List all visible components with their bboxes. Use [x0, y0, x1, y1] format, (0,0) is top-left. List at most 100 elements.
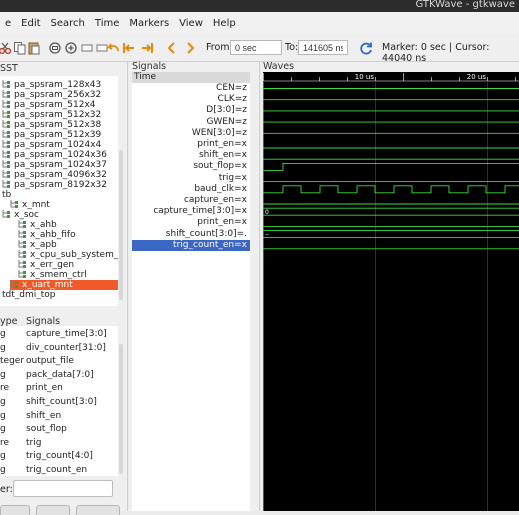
replace-button[interactable] [76, 505, 120, 515]
filter-input[interactable] [13, 480, 113, 497]
tree-item[interactable]: pa_spsram_512x38 [2, 120, 101, 130]
next-edge-icon[interactable] [183, 41, 197, 55]
tree-item[interactable]: pa_spsram_512x32 [2, 110, 101, 120]
hierarchy-tree: pa_spsram_128x43 pa_spsram_256x32 pa_spsra… [0, 76, 118, 306]
signal-type-row[interactable]: re trig [0, 437, 118, 449]
types-scrollbar[interactable] [119, 344, 123, 474]
tree-item[interactable]: x_cpu_sub_system_a [18, 250, 118, 260]
cut-icon[interactable] [0, 41, 12, 55]
wave-canvas[interactable]: 10 us 20 us 0 -- [263, 72, 519, 511]
tree-item[interactable]: pa_spsram_1024x4 [2, 140, 101, 150]
tree-item[interactable]: x_uart_mnt [10, 280, 118, 290]
signal-type-row[interactable]: g capture_time[3:0] [0, 328, 118, 340]
tree-item[interactable]: x_mnt [10, 200, 50, 210]
tree-item-label: pa_spsram_8192x32 [14, 180, 107, 190]
tree-item[interactable]: pa_spsram_256x32 [2, 90, 101, 100]
tree-item[interactable]: pa_spsram_128x43 [2, 80, 101, 90]
zoom-fit-icon[interactable] [48, 41, 62, 55]
signal-row[interactable]: sout_flop=x [132, 161, 250, 172]
tree-item[interactable]: x_smem_ctrl [18, 270, 87, 280]
tree-item[interactable]: x_err_gen [18, 260, 74, 270]
waveform-svg[interactable]: 10 us 20 us 0 -- [263, 72, 519, 511]
menu-item[interactable]: Time [90, 18, 124, 29]
waves-header: Waves [263, 61, 295, 72]
tree-item[interactable]: pa_spsram_1024x37 [2, 160, 107, 170]
menu-item[interactable]: Markers [124, 18, 174, 29]
reload-icon[interactable] [359, 41, 373, 55]
zoom-out-icon[interactable] [80, 41, 94, 55]
module-icon [2, 140, 12, 148]
signal-row[interactable]: shift_en=x [132, 150, 250, 161]
paste-icon[interactable] [27, 41, 41, 55]
tree-item[interactable]: pa_spsram_512x4 [2, 100, 96, 110]
tree-item[interactable]: x_apb [18, 240, 57, 250]
signal-type-row[interactable]: g shift_en [0, 410, 118, 422]
append-button[interactable] [0, 505, 30, 515]
menu-item[interactable]: Edit [16, 18, 45, 29]
signal-type-row[interactable]: g sout_flop [0, 423, 118, 435]
time-row: Time [132, 72, 250, 83]
signal-type: re [0, 437, 10, 448]
signal-type-row[interactable]: g trig_count[4:0] [0, 450, 118, 462]
from-label: From: [206, 42, 233, 53]
tree-item-label: x_ahb_fifo [30, 230, 76, 240]
signal-row[interactable]: WEN[3:0]=z [132, 128, 250, 139]
signal-type-row[interactable]: g div_counter[31:0] [0, 342, 118, 354]
tree-item[interactable]: pa_spsram_1024x36 [2, 150, 107, 160]
from-input[interactable] [230, 40, 282, 55]
signal-type-row[interactable]: g shift_count[3:0] [0, 396, 118, 408]
signal-row[interactable]: shift_count[3:0]=. [132, 229, 250, 240]
signal-type-row[interactable]: teger output_file [0, 355, 118, 367]
signal-row[interactable]: capture_en=x [132, 195, 250, 206]
tree-item[interactable]: pa_spsram_512x39 [2, 130, 101, 140]
signal-type-row[interactable]: re print_en [0, 382, 118, 394]
signal-type: g [0, 369, 6, 380]
tree-item[interactable]: x_ahb [18, 220, 57, 230]
signal-row[interactable]: print_en=x [132, 217, 250, 228]
tree-item[interactable]: x_ahb_fifo [18, 230, 76, 240]
module-icon [10, 280, 20, 288]
menu-item[interactable]: Search [46, 18, 90, 29]
signal-type-row[interactable]: g pack_data[7:0] [0, 369, 118, 381]
prev-edge-icon[interactable] [165, 41, 179, 55]
signal-row[interactable]: print_en=x [132, 139, 250, 150]
signal-row[interactable]: capture_time[3:0]=x [132, 206, 250, 217]
menu-item[interactable]: e [0, 18, 16, 29]
tree-item[interactable]: tdt_dmi_top [2, 290, 56, 300]
tree-item[interactable]: pa_spsram_4096x32 [2, 170, 107, 180]
signal-row[interactable]: trig_count_en=x [132, 239, 250, 251]
signal-type-row[interactable]: g trig_count_en [0, 464, 118, 476]
jump-end-icon[interactable] [140, 41, 154, 55]
signal-row[interactable]: CEN=z [132, 83, 250, 94]
to-input[interactable] [298, 40, 348, 55]
tree-item-label: pa_spsram_128x43 [14, 80, 102, 90]
zoom-in-icon[interactable] [64, 41, 78, 55]
module-icon [2, 80, 12, 88]
module-icon [2, 210, 12, 218]
tree-item[interactable]: pa_spsram_8192x32 [2, 180, 107, 190]
signal-row[interactable]: trig=x [132, 173, 250, 184]
module-icon [18, 240, 28, 248]
signal-row[interactable]: CLK=z [132, 94, 250, 105]
menu-item[interactable]: View [174, 18, 208, 29]
tree-item-label: pa_spsram_256x32 [14, 90, 102, 100]
signal-name: pack_data[7:0] [26, 369, 94, 380]
signal-row[interactable]: baud_clk=x [132, 184, 250, 195]
tree-item-label: tb [2, 190, 12, 200]
menu-item[interactable]: Help [208, 18, 241, 29]
tree-item-label: pa_spsram_512x38 [14, 120, 102, 130]
signal-type: g [0, 465, 6, 475]
signal-row[interactable]: D[3:0]=z [132, 105, 250, 116]
tree-item-label: pa_spsram_512x39 [14, 130, 102, 140]
undo-arrow-icon[interactable] [106, 41, 120, 55]
jump-start-icon[interactable] [122, 41, 136, 55]
marker-cursor-readout: Marker: 0 sec | Cursor: 44040 ns [382, 42, 490, 64]
tree-item[interactable]: tb [2, 190, 11, 200]
copy-icon[interactable] [13, 41, 27, 55]
tree-item[interactable]: x_soc [2, 210, 39, 220]
module-icon [10, 200, 20, 208]
insert-button[interactable] [36, 505, 70, 515]
tree-scrollbar[interactable] [119, 150, 123, 300]
signal-row[interactable]: GWEN=z [132, 117, 250, 128]
window-titlebar: GTKWave - gtkwave [0, 0, 519, 12]
